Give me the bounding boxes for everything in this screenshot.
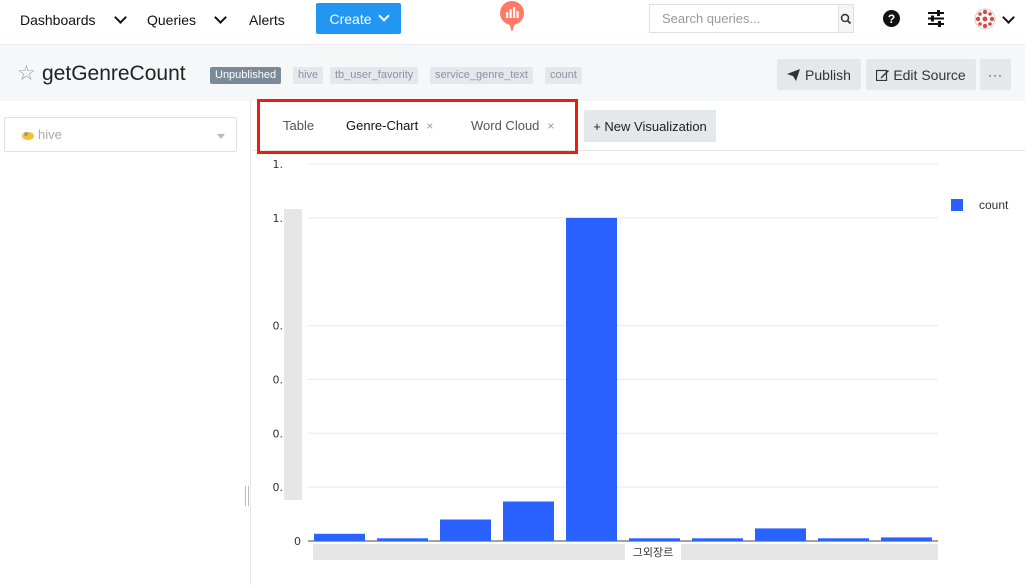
create-label: Create — [329, 10, 372, 27]
chart-bar[interactable] — [377, 538, 428, 541]
y-tick-label: 1. — [273, 212, 284, 225]
search-input[interactable] — [650, 5, 838, 32]
tab-genre-chart[interactable]: Genre-Chart × — [346, 118, 433, 133]
panel-resize-handle[interactable] — [245, 486, 249, 506]
tag-hive[interactable]: hive — [293, 67, 324, 84]
tab-genre-chart-label: Genre-Chart — [346, 118, 419, 133]
chevron-down-icon[interactable] — [1002, 11, 1015, 24]
more-options-button[interactable]: ··· — [980, 59, 1011, 90]
tab-word-cloud-label: Word Cloud — [471, 118, 540, 133]
schema-panel: hive — [0, 101, 251, 585]
search-icon — [840, 13, 852, 24]
chart-bar[interactable] — [881, 537, 932, 541]
legend-swatch — [951, 199, 963, 211]
y-axis-label-bar — [284, 209, 302, 500]
tab-word-cloud[interactable]: Word Cloud × — [471, 118, 554, 133]
search-box — [649, 4, 854, 33]
chevron-down-icon[interactable] — [113, 11, 127, 24]
status-badge: Unpublished — [210, 67, 282, 84]
nav-queries[interactable]: Queries — [147, 0, 227, 40]
datasource-select[interactable]: hive — [4, 117, 237, 152]
paper-plane-icon — [787, 68, 801, 81]
chart-bar[interactable] — [818, 538, 869, 541]
close-icon[interactable]: × — [426, 119, 433, 133]
settings-sliders-icon[interactable] — [927, 10, 945, 27]
y-tick-label: 0. — [273, 320, 284, 333]
chart-bar[interactable] — [755, 528, 806, 541]
tab-table[interactable]: Table — [283, 118, 314, 133]
chart-bar[interactable] — [503, 501, 554, 542]
y-tick-label: 1. — [273, 158, 284, 171]
publish-button[interactable]: Publish — [777, 59, 861, 90]
y-tick-label: 0. — [273, 481, 284, 494]
chart-bar[interactable] — [692, 538, 743, 541]
nav-dashboards[interactable]: Dashboards — [20, 0, 127, 40]
edit-source-label: Edit Source — [893, 66, 966, 83]
query-header: ☆ getGenreCount Unpublished hive tb_user… — [0, 44, 1025, 101]
edit-icon — [876, 69, 890, 81]
legend-label: count — [979, 198, 1009, 212]
chart-bar[interactable] — [566, 217, 617, 541]
edit-source-button[interactable]: Edit Source — [866, 59, 976, 90]
tag-count[interactable]: count — [545, 67, 582, 84]
genre-bar-chart: 0 0. 0. 0. 0. 1. 1. 그외장르 — [273, 158, 938, 560]
tab-table-label: Table — [283, 118, 315, 133]
chevron-down-icon — [377, 10, 390, 22]
tag-service-genre-text[interactable]: service_genre_text — [430, 67, 533, 84]
datasource-value: hive — [38, 127, 62, 142]
y-tick-label: 0 — [294, 535, 301, 548]
star-icon[interactable]: ☆ — [17, 61, 36, 86]
close-icon[interactable]: × — [547, 119, 554, 133]
hive-icon — [22, 131, 34, 140]
chart-bar[interactable] — [314, 533, 365, 541]
top-navbar: Dashboards Queries Alerts Create ? — [0, 0, 1025, 40]
nav-dashboards-label: Dashboards — [20, 12, 96, 28]
caret-down-icon — [217, 134, 225, 139]
create-button[interactable]: Create — [316, 3, 401, 34]
search-button[interactable] — [838, 5, 853, 32]
nav-alerts[interactable]: Alerts — [249, 0, 285, 40]
nav-alerts-label: Alerts — [249, 12, 285, 28]
new-visualization-button[interactable]: + New Visualization — [584, 110, 716, 142]
y-tick-label: 0. — [273, 373, 284, 386]
chart-legend[interactable]: count — [951, 198, 1008, 212]
chevron-down-icon[interactable] — [214, 11, 227, 24]
redash-logo-icon[interactable] — [498, 1, 526, 33]
query-title[interactable]: getGenreCount — [42, 62, 186, 86]
publish-label: Publish — [805, 66, 851, 83]
help-icon[interactable]: ? — [883, 10, 900, 27]
chart-bar[interactable] — [629, 538, 680, 541]
x-tick-label: 그외장르 — [633, 546, 673, 559]
chart-bar[interactable] — [440, 519, 491, 542]
tag-tb-user-favority[interactable]: tb_user_favority — [330, 67, 419, 84]
user-avatar[interactable] — [974, 8, 996, 30]
chart-gridlines — [308, 163, 938, 542]
y-tick-label: 0. — [273, 427, 284, 440]
nav-queries-label: Queries — [147, 12, 197, 28]
